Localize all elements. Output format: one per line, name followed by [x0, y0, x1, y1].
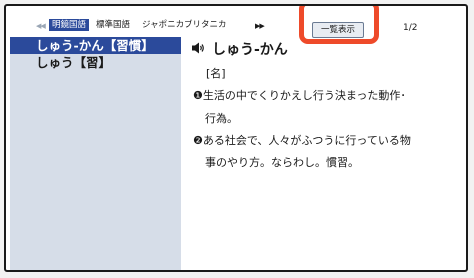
page-indicator: 1/2: [403, 23, 418, 33]
definition-line: 行為。: [205, 112, 238, 125]
list-item[interactable]: しゅう-かん【習慣】: [10, 37, 181, 54]
definition-line: ❶生活の中でくりかえし行う決まった動作･: [193, 89, 406, 102]
entry-list: しゅう-かん【習慣】 しゅう【習】: [10, 37, 181, 270]
definition-line: ❷ある社会で、人々がふつうに行っている物: [193, 134, 411, 147]
list-item[interactable]: しゅう【習】: [10, 54, 181, 71]
headword: しゅう-かん: [212, 42, 288, 58]
top-toolbar: ◀◀ 明鏡国語 標準国語 ジャポニカ ブリタニカ ▶▶ 一覧表示 1/2: [6, 6, 466, 44]
definition-line: 事のやり方。ならわし。慣習。: [205, 156, 359, 169]
definition-pane: しゅう-かん [名] ❶生活の中でくりかえし行う決まった動作･ 行為。 ❷ある社…: [186, 37, 466, 270]
next-dictionary-icon[interactable]: ▶▶: [255, 21, 265, 31]
tab-britannica[interactable]: ブリタニカ: [184, 19, 227, 31]
tab-meikyo-kokugo[interactable]: 明鏡国語: [49, 19, 90, 31]
list-view-button[interactable]: 一覧表示: [312, 22, 364, 38]
tab-japonica[interactable]: ジャポニカ: [142, 19, 184, 31]
tab-hyojun-kokugo[interactable]: 標準国語: [96, 19, 130, 31]
part-of-speech: [名]: [206, 67, 226, 80]
prev-dictionary-icon[interactable]: ◀◀: [36, 21, 46, 31]
dictionary-screen: ◀◀ 明鏡国語 標準国語 ジャポニカ ブリタニカ ▶▶ 一覧表示 1/2 しゅう…: [4, 4, 468, 272]
speaker-icon[interactable]: [191, 41, 205, 55]
